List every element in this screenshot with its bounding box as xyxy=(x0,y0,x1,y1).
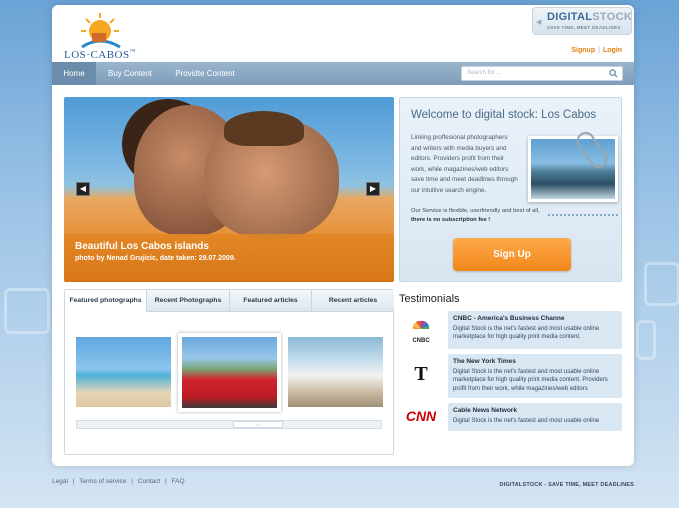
hero-slider: ◀ ▶ Beautiful Los Cabos islands photo by… xyxy=(64,97,394,282)
hero-photo-man-hair xyxy=(224,111,304,146)
testimonials-title: Testimonials xyxy=(399,293,460,305)
next-arrow-icon[interactable]: ▶ xyxy=(366,182,380,196)
testimonial-text: Digital Stock is the net's fastest and m… xyxy=(453,369,608,392)
page-container: LOS·CABOS™ ◀ DIGITALSTOCK SAVE TIME, MEE… xyxy=(52,5,634,466)
nav-buy-content[interactable]: Buy Content xyxy=(98,62,162,85)
sign-up-button[interactable]: Sign Up xyxy=(453,238,571,271)
testimonial-text: Digital Stock is the net's fastest and m… xyxy=(453,326,600,341)
signup-link[interactable]: Signup xyxy=(571,47,595,54)
nav-provide-content[interactable]: Providte Content xyxy=(164,62,246,85)
footer-tagline: DIGITALSTOCK - SAVE TIME, MEET DEADLINES xyxy=(499,482,634,488)
search-input[interactable]: Search for ... xyxy=(461,66,623,81)
welcome-photo xyxy=(528,136,618,202)
hero-title: Beautiful Los Cabos islands xyxy=(75,241,209,252)
footer-link-contact[interactable]: Contact xyxy=(138,478,160,485)
welcome-service-text: Our Service is flexible, userfriendly an… xyxy=(411,207,541,224)
thumbnail-red-jeep[interactable] xyxy=(178,333,281,412)
thumbnail-couple[interactable] xyxy=(288,337,383,407)
sun-icon xyxy=(81,13,121,49)
badge-tagline: SAVE TIME, MEET DEADLINES xyxy=(547,25,621,30)
testimonial-item: Cable News Network Digital Stock is the … xyxy=(448,403,622,431)
background-camera-icon xyxy=(4,288,50,334)
search-placeholder: Search for ... xyxy=(467,70,502,76)
footer-separator: | xyxy=(72,478,75,485)
thumbnail-surfers[interactable] xyxy=(76,337,171,407)
testimonial-name: Cable News Network xyxy=(453,407,517,414)
thumbnail-scrollbar[interactable]: ‹ › xyxy=(76,420,382,429)
footer-separator: | xyxy=(131,478,133,485)
tab-featured-articles[interactable]: Featured articles xyxy=(230,290,312,312)
hero-subtitle: photo by Nenad Grujicic, date taken: 29.… xyxy=(75,255,236,262)
footer-link-legal[interactable]: Legal xyxy=(52,478,68,485)
chevron-left-icon: ◀ xyxy=(536,19,542,26)
hero-caption: Beautiful Los Cabos islands photo by Nen… xyxy=(64,234,394,282)
digital-stock-badge: ◀ DIGITALSTOCK SAVE TIME, MEET DEADLINES xyxy=(532,7,632,35)
tab-featured-photographs[interactable]: Featured photographs xyxy=(65,290,147,312)
logo-text: LOS·CABOS xyxy=(64,49,130,61)
tab-recent-photographs[interactable]: Recent Photographs xyxy=(147,290,230,312)
login-link[interactable]: Login xyxy=(603,47,622,54)
testimonial-name: The New York Times xyxy=(453,358,516,365)
footer-link-faq[interactable]: FAQ xyxy=(172,478,185,485)
svg-text:T: T xyxy=(414,363,428,385)
cnbc-logo: CNBC xyxy=(412,320,430,344)
background-camera-icon xyxy=(644,262,679,306)
welcome-panel: Welcome to digital stock: Los Cabos Link… xyxy=(399,97,622,282)
trademark: ™ xyxy=(129,49,137,55)
welcome-heading: Welcome to digital stock: Los Cabos xyxy=(411,109,597,121)
search-icon[interactable] xyxy=(609,69,618,78)
service-text-a: Our Service is flexible, userfriendly an… xyxy=(411,208,540,214)
prev-arrow-icon[interactable]: ◀ xyxy=(76,182,90,196)
footer-separator: | xyxy=(165,478,167,485)
svg-text:CNN: CNN xyxy=(406,408,437,424)
welcome-text: Linking proffesional photographers and w… xyxy=(411,134,518,194)
background-document-icon xyxy=(636,320,656,360)
testimonial-item: CNBC - America's Business Channe Digital… xyxy=(448,311,622,349)
badge-title-b: STOCK xyxy=(592,11,633,23)
footer-link-terms[interactable]: Terms of service xyxy=(79,478,126,485)
dotted-divider xyxy=(548,214,618,218)
main-nav: Home Buy Content Providte Content Search… xyxy=(52,62,634,85)
nav-home[interactable]: Home xyxy=(52,62,96,85)
testimonial-text: Digital Stock is the net's fastest and m… xyxy=(453,418,600,424)
footer: Legal | Terms of service | Contact | FAQ… xyxy=(52,478,634,488)
nyt-logo: T xyxy=(414,363,428,385)
auth-separator: | xyxy=(598,47,600,54)
scrollbar-handle[interactable]: ‹ › xyxy=(233,421,283,428)
tab-recent-articles[interactable]: Recent articles xyxy=(312,290,394,312)
cnn-logo: CNN xyxy=(406,408,437,424)
media-tabs: Featured photographs Recent Photographs … xyxy=(64,289,394,455)
testimonial-item: The New York Times Digital Stock is the … xyxy=(448,354,622,398)
testimonial-name: CNBC - America's Business Channe xyxy=(453,315,565,322)
logo[interactable]: LOS·CABOS™ xyxy=(64,11,137,63)
svg-text:CNBC: CNBC xyxy=(412,338,430,344)
service-text-b: there is no subscription fee ! xyxy=(411,216,491,223)
badge-title-a: DIGITAL xyxy=(547,11,593,23)
auth-links: Signup | Login xyxy=(571,47,622,54)
